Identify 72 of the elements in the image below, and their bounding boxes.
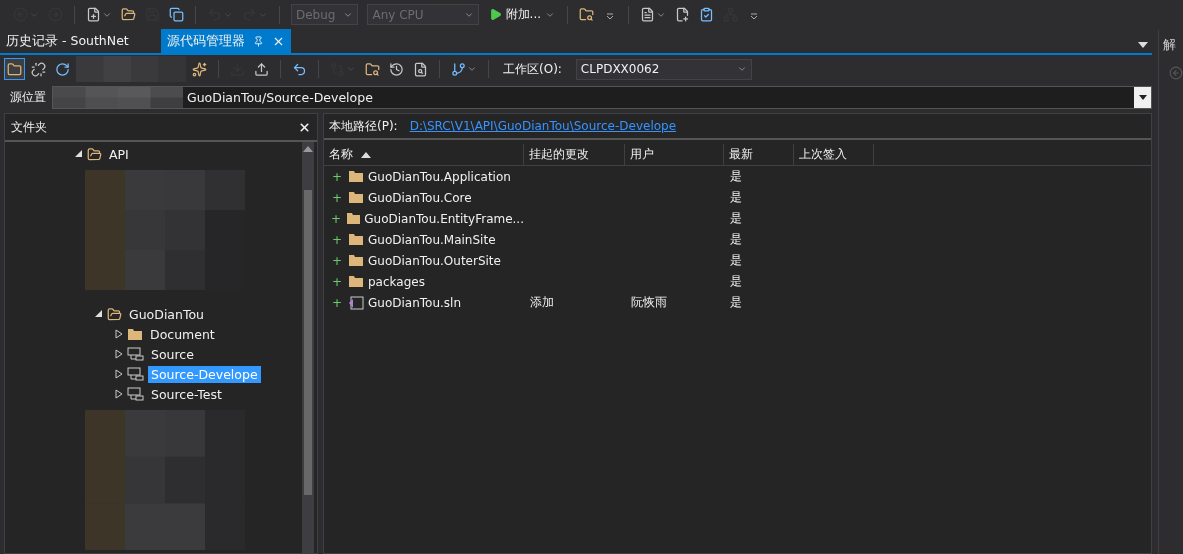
table-cell: 是	[730, 294, 742, 311]
table-cell: 是	[730, 210, 742, 227]
table-cell: GuoDianTou.OuterSite	[368, 253, 501, 268]
table-cell: 添加	[530, 294, 554, 311]
tree-item[interactable]: Document	[147, 325, 218, 343]
expand-arrow-icon[interactable]	[115, 389, 123, 399]
column-header[interactable]: 上次签入	[794, 144, 874, 166]
local-path-label: 本地路径(P):	[329, 117, 398, 135]
open-folder-icon	[87, 146, 102, 162]
folder-icon	[348, 275, 364, 288]
open-folder-icon	[107, 306, 122, 322]
table-cell: GuoDianTou.MainSite	[368, 232, 496, 247]
table-cell: 是	[730, 252, 742, 269]
document-tab[interactable]: 历史记录 - SouthNet	[0, 29, 135, 53]
source-location-field[interactable]: GuoDianTou/Source-Develope	[52, 86, 1152, 109]
branch-node-icon	[127, 367, 144, 381]
column-header[interactable]: 最新	[724, 144, 794, 166]
branch-node-icon	[127, 347, 144, 361]
source-location-label: 源位置	[9, 89, 47, 106]
workspace-combo[interactable]: CLPDXX0062	[575, 58, 752, 80]
table-cell: GuoDianTou.Application	[368, 169, 511, 184]
table-cell: 是	[730, 231, 742, 248]
collapse-arrow-icon[interactable]	[95, 310, 103, 318]
table-cell: GuoDianTou.sln	[368, 295, 462, 310]
pending-add-marker: +	[330, 232, 344, 247]
folder-icon	[348, 233, 364, 246]
table-cell: GuoDianTou.Core	[368, 190, 472, 205]
folder-icon	[348, 191, 364, 204]
solution-file-icon	[348, 295, 364, 310]
tree-item[interactable]: API	[106, 145, 132, 163]
expand-arrow-icon[interactable]	[115, 369, 123, 379]
workspace-label: 工作区(O):	[503, 60, 562, 78]
close-icon[interactable]	[298, 120, 311, 134]
sort-ascending-icon	[361, 151, 371, 158]
pending-add-marker: +	[330, 190, 344, 205]
pin-icon[interactable]	[252, 35, 264, 47]
pending-add-marker: +	[330, 211, 343, 226]
column-header[interactable]: 用户	[625, 144, 724, 166]
play-icon	[488, 8, 502, 21]
tree-item[interactable]: Source-Test	[148, 385, 225, 403]
expand-arrow-icon[interactable]	[115, 349, 123, 359]
branch-node-icon	[127, 387, 144, 401]
table-cell: 是	[730, 168, 742, 185]
table-cell: packages	[368, 274, 425, 289]
start-button[interactable]: 附加...	[484, 6, 560, 23]
local-path-link[interactable]: D:\SRC\V1\API\GuoDianTou\Source-Develope	[409, 119, 677, 133]
folder-icon	[127, 327, 143, 341]
folder-icon	[348, 254, 364, 267]
collapse-arrow-icon[interactable]	[75, 150, 83, 158]
caret-icon	[736, 64, 747, 74]
folder-icon	[348, 170, 364, 183]
table-cell: 是	[730, 273, 742, 290]
tab-list-icon[interactable]	[1138, 42, 1148, 48]
table-cell: 是	[730, 189, 742, 206]
panel-title: 文件夹	[11, 118, 47, 136]
pending-add-marker: +	[330, 274, 344, 289]
tree-item[interactable]: GuoDianTou	[126, 305, 208, 323]
table-cell: GuoDianTou.EntityFrame...	[364, 211, 524, 226]
pending-add-marker: +	[330, 253, 344, 268]
table-cell: 阮恢雨	[631, 294, 667, 311]
dropdown-icon[interactable]	[1138, 95, 1147, 100]
scrollbar[interactable]	[302, 142, 314, 553]
panel-title: 解	[1163, 37, 1176, 52]
pending-add-marker: +	[330, 169, 344, 184]
tree-item[interactable]: Source	[148, 345, 197, 363]
expand-arrow-icon[interactable]	[115, 329, 123, 339]
scroll-up-icon[interactable]	[303, 146, 313, 152]
folder-icon	[346, 212, 361, 225]
column-header[interactable]: 名称	[324, 144, 524, 166]
column-header[interactable]: 挂起的更改	[524, 144, 625, 166]
document-tab[interactable]: 源代码管理器	[160, 29, 291, 53]
pending-add-marker: +	[330, 295, 344, 310]
